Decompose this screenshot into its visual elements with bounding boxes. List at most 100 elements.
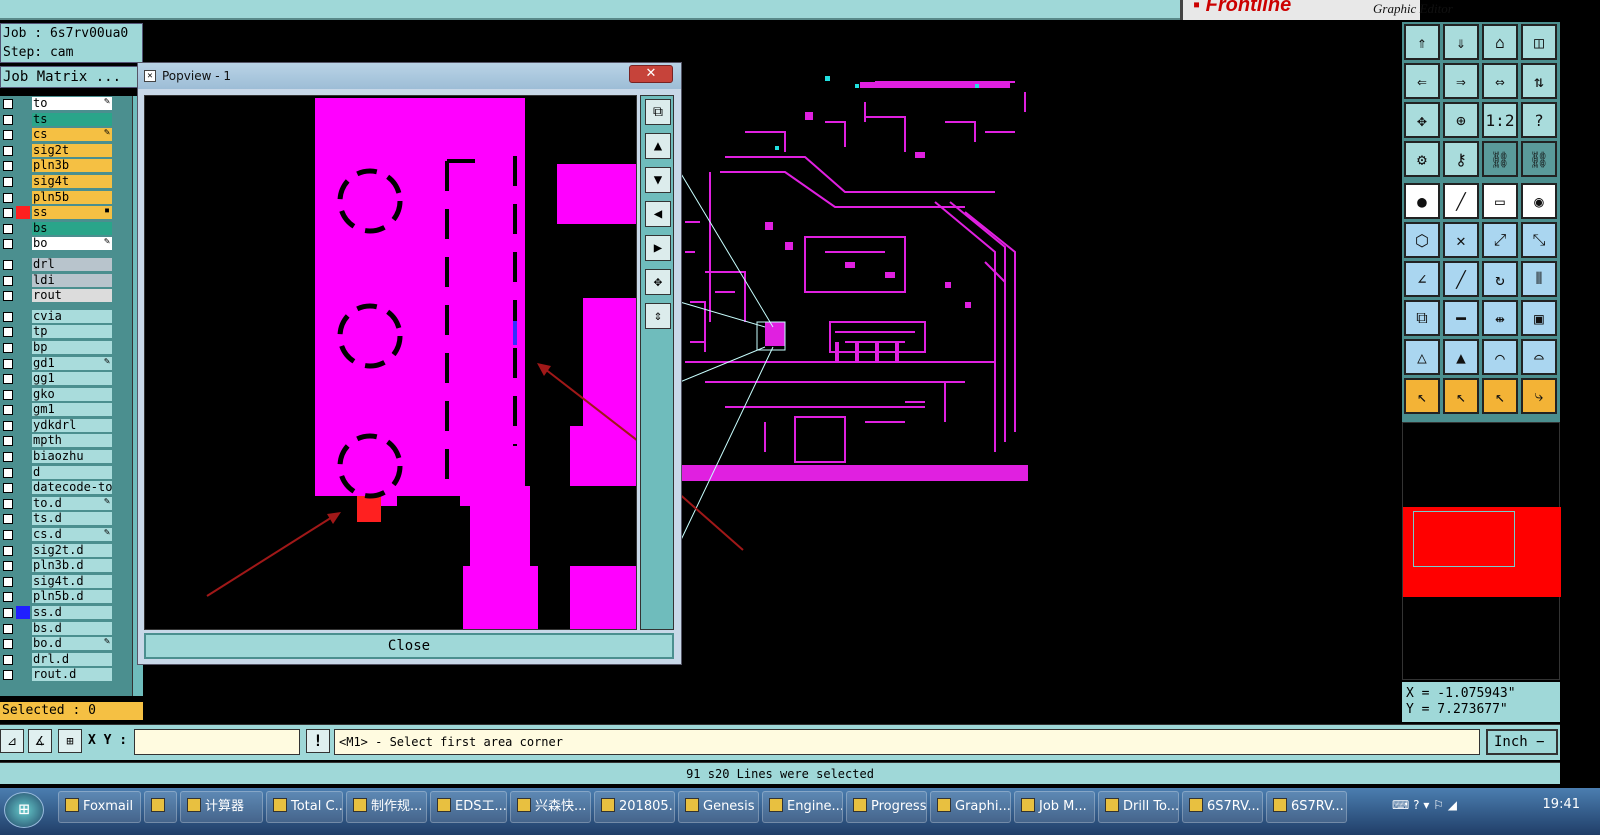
layer-checkbox[interactable] (3, 592, 13, 603)
layer-name[interactable]: gko (32, 387, 112, 401)
net-select-icon[interactable]: ⛓ (1521, 141, 1557, 177)
layer-name[interactable]: cs (32, 128, 112, 142)
resize-icon[interactable]: ⇹ (1482, 300, 1518, 336)
zoom-fit-icon[interactable]: ✥ (645, 269, 671, 295)
layer-checkbox[interactable] (3, 291, 13, 302)
pan-down-icon[interactable]: ▼ (645, 167, 671, 193)
layer-row[interactable]: bs (0, 221, 132, 237)
overview-map[interactable] (1402, 422, 1561, 680)
layer-row[interactable]: ydkdrl (0, 418, 132, 434)
layer-row[interactable]: datecode-to (0, 480, 132, 496)
layer-row[interactable]: mpth (0, 433, 132, 449)
layer-name[interactable]: bs (32, 221, 112, 235)
units-dropdown[interactable]: Inch − (1486, 729, 1558, 755)
layer-row[interactable]: sig2t (0, 143, 132, 159)
layer-row[interactable]: ts (0, 112, 132, 128)
top-menubar[interactable] (0, 0, 1180, 20)
layer-row[interactable]: drl.d (0, 652, 132, 668)
pan-right-tool-icon[interactable]: ⇒ (1443, 63, 1479, 99)
taskbar-item[interactable]: Graphi... (930, 791, 1011, 823)
layer-name[interactable]: ss (32, 206, 112, 220)
layer-checkbox[interactable] (3, 436, 13, 447)
layer-name[interactable]: cs.d (32, 528, 112, 542)
select-pointer-icon[interactable]: ↖ (1404, 378, 1440, 414)
delete-feature-icon[interactable]: ✕ (1443, 222, 1479, 258)
layer-checkbox[interactable] (3, 608, 13, 618)
layer-checkbox[interactable] (3, 530, 13, 541)
zoom-window-icon[interactable]: ⧉ (645, 99, 671, 125)
system-tray[interactable]: ⌨ ? ▾ ⚐ ◢ (1392, 798, 1457, 812)
layer-name[interactable]: drl.d (32, 652, 112, 666)
taskbar-item[interactable]: 201805... (594, 791, 675, 823)
layer-name[interactable]: ts.d (32, 512, 112, 526)
layer-row[interactable]: rout.d (0, 667, 132, 683)
layer-checkbox[interactable] (3, 405, 13, 416)
layer-name[interactable]: ldi (32, 273, 112, 287)
taskbar-item[interactable]: Drill To... (1098, 791, 1179, 823)
layer-checkbox[interactable] (3, 467, 13, 478)
layer-checkbox[interactable] (3, 161, 13, 172)
layer-checkbox[interactable] (3, 639, 13, 650)
select-net-icon[interactable]: ⤷ (1521, 378, 1557, 414)
layer-row[interactable]: to ✎ (0, 96, 132, 112)
select-polygon-icon[interactable]: ↖ (1482, 378, 1518, 414)
layer-name[interactable]: bp (32, 340, 112, 354)
start-button[interactable]: ⊞ (4, 792, 44, 828)
zoom-down-icon[interactable]: ⇓ (1443, 24, 1479, 60)
layer-row[interactable]: ss ▪ (0, 205, 132, 221)
layer-checkbox[interactable] (3, 176, 13, 187)
layer-row[interactable]: tp (0, 324, 132, 340)
snap-point-icon[interactable]: ◉ (1521, 183, 1557, 219)
taskbar-item[interactable]: Job M... (1014, 791, 1095, 823)
layer-name[interactable]: bs.d (32, 621, 112, 635)
taskbar-item[interactable]: Engine... (762, 791, 843, 823)
layer-name[interactable]: rout.d (32, 668, 112, 682)
layer-checkbox[interactable] (3, 192, 13, 203)
taskbar-item[interactable]: 制作规... (346, 791, 427, 823)
layer-name[interactable]: gm1 (32, 403, 112, 417)
layer-row[interactable]: bo ✎ (0, 236, 132, 252)
grid-icon[interactable]: ⊞ (58, 729, 82, 753)
key-icon[interactable]: ⚷ (1443, 141, 1479, 177)
layer-checkbox[interactable] (3, 275, 13, 286)
layer-row[interactable]: gm1 (0, 402, 132, 418)
popview-close-x-button[interactable]: ✕ (629, 65, 673, 83)
xy-input[interactable] (134, 729, 300, 755)
scale-1-2-icon[interactable]: 1:2 (1482, 102, 1518, 138)
layer-checkbox[interactable] (3, 498, 13, 509)
net-highlight-icon[interactable]: ⛓ (1482, 141, 1518, 177)
layer-name[interactable]: ss.d (32, 606, 112, 619)
taskbar-item[interactable]: Progress (846, 791, 927, 823)
taskbar-item[interactable]: Total C... (266, 791, 343, 823)
zoom-center-icon[interactable]: ⊕ (1443, 102, 1479, 138)
layer-name[interactable]: rout (32, 289, 112, 303)
taskbar-item[interactable] (144, 791, 177, 823)
layer-checkbox[interactable] (3, 654, 13, 665)
move-node-icon[interactable]: ⬡ (1404, 222, 1440, 258)
angle-snap-icon[interactable]: ∡ (28, 729, 52, 753)
layer-row[interactable]: sig4t.d (0, 574, 132, 590)
layer-checkbox[interactable] (3, 545, 13, 556)
taskbar-item[interactable]: 兴森快... (510, 791, 591, 823)
layer-name[interactable]: tp (32, 325, 112, 339)
zoom-up-icon[interactable]: ⇑ (1404, 24, 1440, 60)
layer-checkbox[interactable] (3, 514, 13, 525)
layer-list[interactable]: to ✎ ts cs ✎ sig2t pln3b sig4t pln5b ss ▪ bs bo ✎ drl l… (0, 96, 132, 696)
layer-checkbox[interactable] (3, 99, 13, 109)
measure-icon[interactable]: ▭ (1482, 183, 1518, 219)
layer-row[interactable]: gd1 ✎ (0, 356, 132, 372)
layer-checkbox[interactable] (3, 576, 13, 587)
layer-row[interactable]: cvia (0, 309, 132, 325)
layer-row[interactable]: biaozhu (0, 449, 132, 465)
layer-checkbox[interactable] (3, 130, 13, 141)
layer-checkbox[interactable] (3, 452, 13, 463)
layer-row[interactable]: pln3b (0, 158, 132, 174)
line-segment-icon[interactable]: ━ (1443, 300, 1479, 336)
layer-row[interactable]: ldi (0, 273, 132, 289)
layer-checkbox[interactable] (3, 374, 13, 385)
layer-name[interactable]: pln3b (32, 159, 112, 173)
popview-window[interactable]: ✕ Popview - 1 ✕ ⧉ ▲ ▼ ◀ ▶ ✥ ⇕ Close (137, 62, 682, 665)
stretch-icon[interactable]: ⤡ (1521, 222, 1557, 258)
layer-checkbox[interactable] (3, 561, 13, 572)
layer-row[interactable]: to.d ✎ (0, 496, 132, 512)
